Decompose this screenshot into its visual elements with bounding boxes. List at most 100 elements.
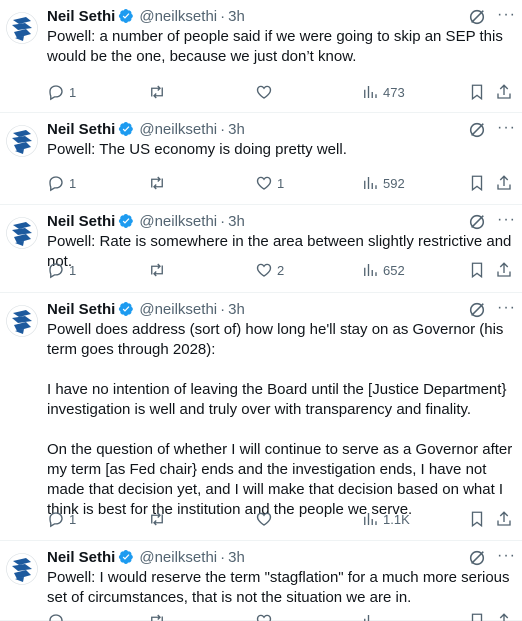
bookmark-icon <box>468 510 486 528</box>
tweet[interactable]: Neil Sethi @neilksethi · 3h ··· Powell d… <box>0 293 522 541</box>
avatar[interactable] <box>6 217 38 249</box>
share-icon <box>495 510 513 528</box>
timestamp[interactable]: 3h <box>228 8 245 25</box>
author-handle[interactable]: @neilksethi <box>139 121 217 138</box>
bookmark-button[interactable] <box>468 260 486 280</box>
author-name[interactable]: Neil Sethi <box>47 213 115 230</box>
tweet[interactable]: Neil Sethi @neilksethi · 3h ··· Powell: … <box>0 0 522 113</box>
author-name[interactable]: Neil Sethi <box>47 301 115 318</box>
views-icon <box>361 612 379 621</box>
timestamp[interactable]: 3h <box>228 213 245 230</box>
author-handle[interactable]: @neilksethi <box>139 213 217 230</box>
share-button[interactable] <box>495 173 513 193</box>
timestamp[interactable]: 3h <box>228 549 245 566</box>
action-bar: 1 1.1K <box>47 509 516 529</box>
like-button[interactable]: 1 <box>255 173 284 193</box>
retweet-button[interactable] <box>148 509 170 529</box>
like-icon <box>255 174 273 192</box>
retweet-button[interactable] <box>148 173 170 193</box>
share-button[interactable] <box>495 82 513 102</box>
more-icon[interactable]: ··· <box>497 547 516 565</box>
reply-button[interactable]: 1 <box>47 173 76 193</box>
more-icon[interactable]: ··· <box>497 119 516 137</box>
share-button[interactable] <box>495 260 513 280</box>
views-icon <box>361 261 379 279</box>
views-button[interactable]: 592 <box>361 173 405 193</box>
tweet-header: Neil Sethi @neilksethi · 3h <box>47 6 245 26</box>
tweet-text: Powell does address (sort of) how long h… <box>47 321 513 518</box>
reply-icon <box>47 83 65 101</box>
more-icon[interactable]: ··· <box>497 211 516 229</box>
like-button[interactable] <box>255 82 277 102</box>
like-button[interactable]: 2 <box>255 260 284 280</box>
retweet-button[interactable] <box>148 82 170 102</box>
bookmark-button[interactable] <box>468 509 486 529</box>
like-count: 1 <box>277 175 285 191</box>
grok-icon[interactable] <box>468 213 486 231</box>
bookmark-button[interactable] <box>468 82 486 102</box>
retweet-button[interactable] <box>148 260 170 280</box>
grok-icon[interactable] <box>468 301 486 319</box>
author-name[interactable]: Neil Sethi <box>47 8 115 25</box>
reply-button[interactable] <box>47 611 69 621</box>
bookmark-icon <box>468 612 486 621</box>
views-button[interactable]: 473 <box>361 82 405 102</box>
tweet-header: Neil Sethi @neilksethi · 3h <box>47 547 245 567</box>
author-handle[interactable]: @neilksethi <box>139 8 217 25</box>
retweet-button[interactable] <box>148 611 170 621</box>
verified-badge-icon <box>115 213 134 229</box>
timestamp[interactable]: 3h <box>228 121 245 138</box>
avatar[interactable] <box>6 305 38 337</box>
reply-icon <box>47 174 65 192</box>
views-icon <box>361 174 379 192</box>
bookmark-icon <box>468 83 486 101</box>
reply-button[interactable]: 1 <box>47 82 76 102</box>
separator-dot: · <box>220 120 226 138</box>
views-count: 592 <box>383 175 405 191</box>
bookmark-button[interactable] <box>468 173 486 193</box>
tweet[interactable]: Neil Sethi @neilksethi · 3h ··· Powell: … <box>0 113 522 205</box>
share-icon <box>495 174 513 192</box>
reply-icon <box>47 510 65 528</box>
separator-dot: · <box>220 300 226 318</box>
grok-icon[interactable] <box>468 121 486 139</box>
timestamp[interactable]: 3h <box>228 301 245 318</box>
avatar[interactable] <box>6 12 38 44</box>
reply-count: 1 <box>69 175 77 191</box>
views-count: 473 <box>383 84 405 100</box>
bookmark-button[interactable] <box>468 611 486 621</box>
tweet-text: Powell: a number of people said if we we… <box>47 28 507 65</box>
views-icon <box>361 510 379 528</box>
author-name[interactable]: Neil Sethi <box>47 549 115 566</box>
views-button[interactable] <box>361 611 383 621</box>
retweet-icon <box>148 174 166 192</box>
more-icon[interactable]: ··· <box>497 299 516 317</box>
reply-count: 1 <box>69 511 77 527</box>
like-count: 2 <box>277 262 285 278</box>
author-handle[interactable]: @neilksethi <box>139 301 217 318</box>
more-icon[interactable]: ··· <box>497 6 516 24</box>
verified-badge-icon <box>115 301 134 317</box>
avatar[interactable] <box>6 125 38 157</box>
tweet[interactable]: Neil Sethi @neilksethi · 3h ··· Powell: … <box>0 205 522 293</box>
tweet-text: Powell: The US economy is doing pretty w… <box>47 141 347 158</box>
share-button[interactable] <box>495 509 513 529</box>
reply-button[interactable]: 1 <box>47 509 76 529</box>
tweet[interactable]: Neil Sethi @neilksethi · 3h ··· Powell: … <box>0 541 522 621</box>
views-button[interactable]: 652 <box>361 260 405 280</box>
reply-icon <box>47 261 65 279</box>
share-icon <box>495 261 513 279</box>
share-button[interactable] <box>495 611 513 621</box>
author-handle[interactable]: @neilksethi <box>139 549 217 566</box>
views-count: 652 <box>383 262 405 278</box>
avatar[interactable] <box>6 553 38 585</box>
views-button[interactable]: 1.1K <box>361 509 410 529</box>
like-button[interactable] <box>255 611 277 621</box>
grok-icon[interactable] <box>468 549 486 567</box>
tweet-text: Powell: I would reserve the term "stagfl… <box>47 569 514 606</box>
like-button[interactable] <box>255 509 277 529</box>
grok-icon[interactable] <box>468 8 486 26</box>
author-name[interactable]: Neil Sethi <box>47 121 115 138</box>
reply-count: 1 <box>69 84 77 100</box>
reply-button[interactable]: 1 <box>47 260 76 280</box>
